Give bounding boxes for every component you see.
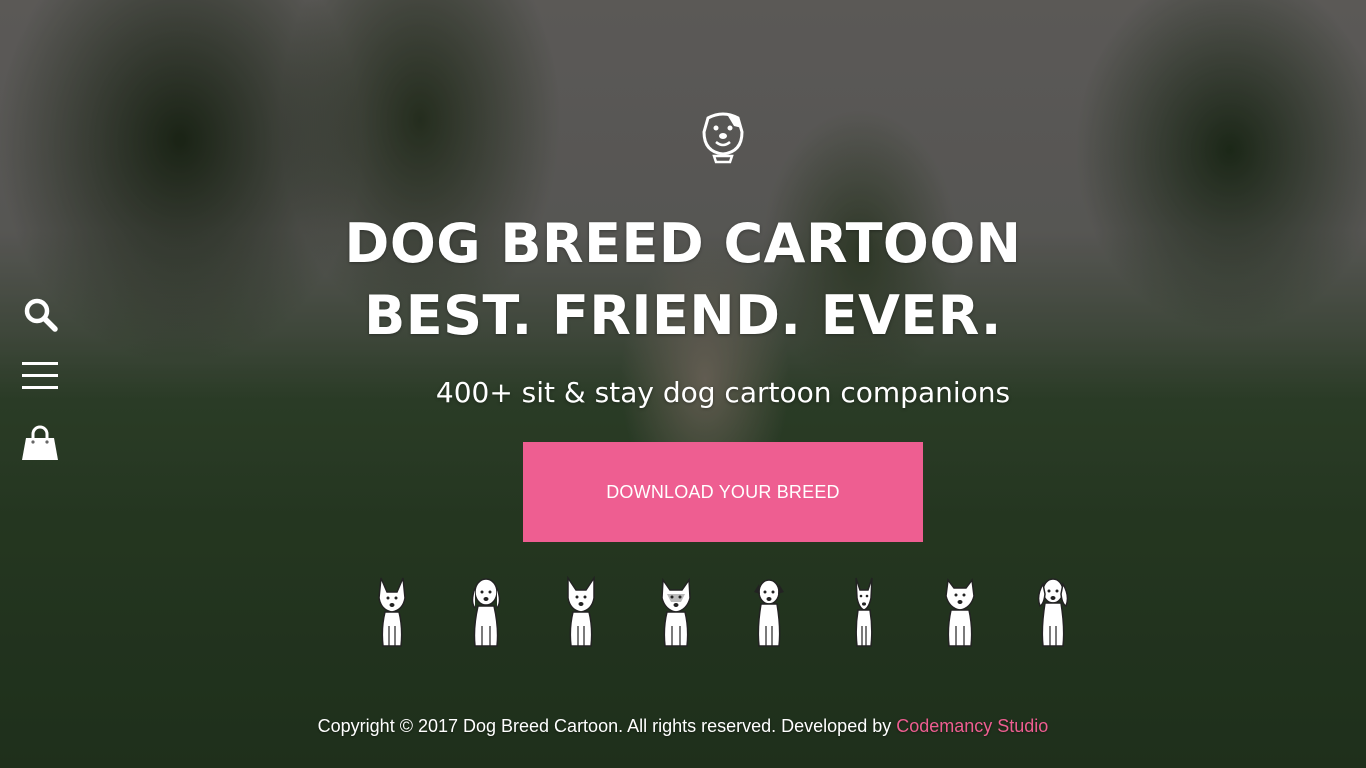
dog-icon-8 <box>1037 578 1069 647</box>
hero-title-line2: BEST. FRIEND. EVER. <box>364 284 1002 347</box>
dog-icon-7 <box>945 578 975 647</box>
download-breed-button[interactable]: DOWNLOAD YOUR BREED <box>523 442 923 542</box>
dog-breed-row <box>0 576 1366 652</box>
hero-subtitle: 400+ sit & stay dog cartoon companions <box>435 376 1011 409</box>
dog-icon-2 <box>471 578 501 647</box>
copyright-text: Copyright © 2017 Dog Breed Cartoon. All … <box>317 716 897 736</box>
dog-icon-3 <box>567 576 595 647</box>
footer: Copyright © 2017 Dog Breed Cartoon. All … <box>0 716 1366 737</box>
shopping-bag-icon[interactable] <box>22 424 58 460</box>
dog-logo-icon <box>702 112 744 164</box>
dog-icon-5 <box>754 579 784 647</box>
dog-icon-4 <box>661 577 691 647</box>
studio-link[interactable]: Codemancy Studio <box>896 716 1048 736</box>
dog-icon-1 <box>378 577 406 647</box>
hero-title-line1: DOG BREED CARTOON <box>344 212 1022 275</box>
dog-icon-6 <box>855 577 873 647</box>
